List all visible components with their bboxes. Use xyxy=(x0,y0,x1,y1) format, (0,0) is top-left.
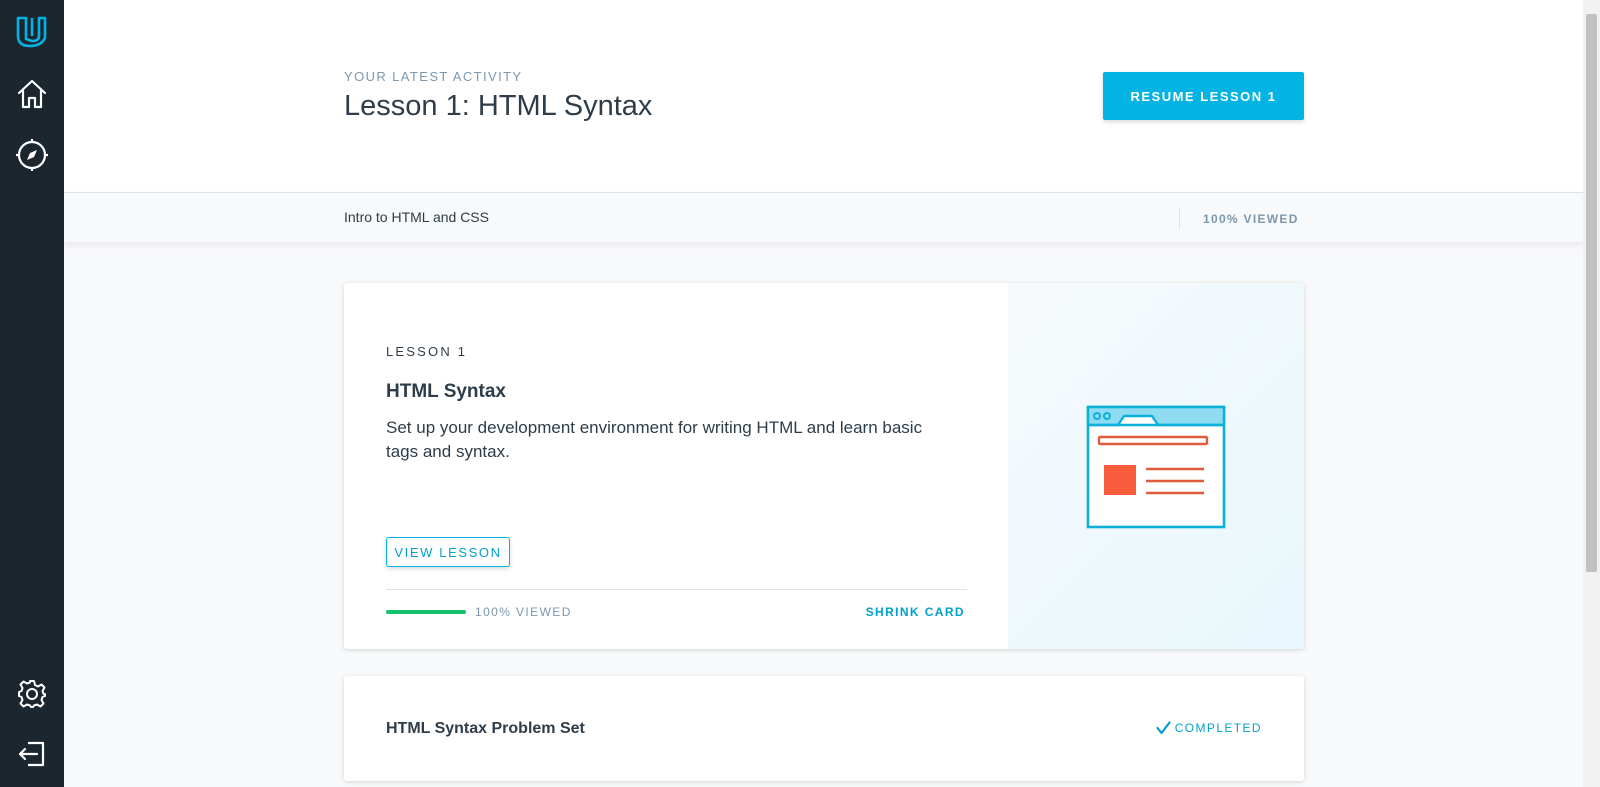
scrollbar[interactable] xyxy=(1583,0,1600,787)
course-name: Intro to HTML and CSS xyxy=(344,209,489,225)
lesson-illustration xyxy=(1008,283,1304,649)
checkmark-icon xyxy=(1156,721,1171,735)
divider xyxy=(386,589,967,590)
lesson-progress-fill xyxy=(386,610,466,614)
logout-icon[interactable] xyxy=(14,736,50,772)
compass-icon[interactable] xyxy=(14,137,50,173)
latest-activity-eyebrow: YOUR LATEST ACTIVITY xyxy=(344,69,523,84)
completed-status: COMPLETED xyxy=(1156,721,1262,735)
problem-set-title: HTML Syntax Problem Set xyxy=(386,720,585,737)
lesson-progress-bar xyxy=(386,610,466,614)
latest-activity-header: YOUR LATEST ACTIVITY Lesson 1: HTML Synt… xyxy=(64,0,1583,192)
scrollbar-thumb[interactable] xyxy=(1586,14,1597,572)
completed-label: COMPLETED xyxy=(1174,721,1262,735)
course-viewed-status: 100% VIEWED xyxy=(1203,212,1299,226)
browser-window-icon xyxy=(1086,405,1226,529)
course-bar: Intro to HTML and CSS 100% VIEWED xyxy=(64,192,1583,242)
home-icon[interactable] xyxy=(14,76,50,112)
page-title: Lesson 1: HTML Syntax xyxy=(344,90,653,122)
sidebar xyxy=(0,0,64,787)
udacity-logo-icon[interactable] xyxy=(14,14,50,50)
lesson-card: LESSON 1 HTML Syntax Set up your develop… xyxy=(344,283,1304,649)
lesson-description: Set up your development environment for … xyxy=(386,418,923,461)
lesson-viewed-status: 100% VIEWED xyxy=(475,605,572,619)
shrink-card-link[interactable]: SHRINK CARD xyxy=(866,605,965,619)
settings-icon[interactable] xyxy=(14,676,50,712)
view-lesson-button[interactable]: VIEW LESSON xyxy=(386,537,510,567)
lesson-number: LESSON 1 xyxy=(386,344,468,359)
lesson-title: HTML Syntax xyxy=(386,381,507,402)
problem-set-card[interactable]: HTML Syntax Problem Set COMPLETED xyxy=(344,676,1304,781)
main-content: YOUR LATEST ACTIVITY Lesson 1: HTML Synt… xyxy=(64,0,1583,787)
divider xyxy=(1179,207,1180,229)
resume-lesson-button[interactable]: RESUME LESSON 1 xyxy=(1103,72,1304,120)
